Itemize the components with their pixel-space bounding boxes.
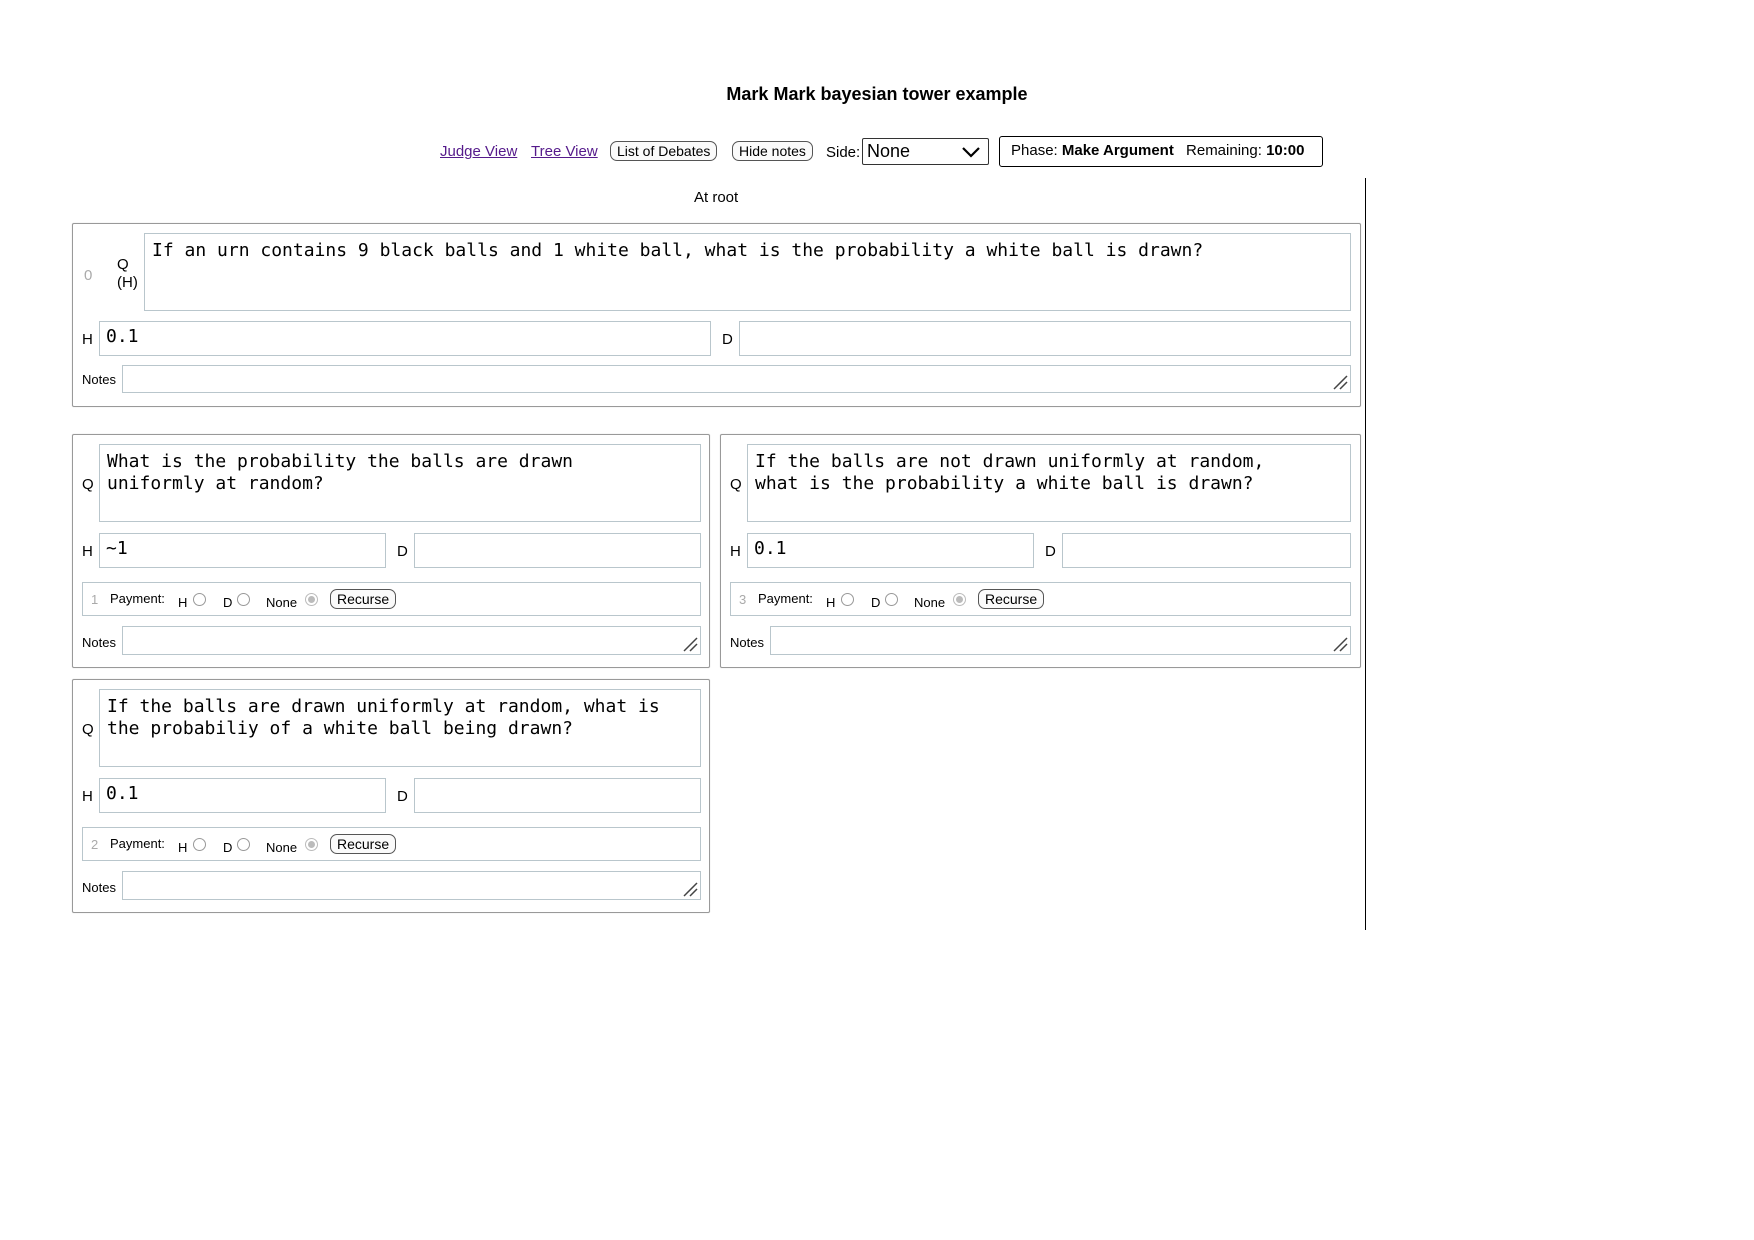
resize-handle-icon[interactable] [1332, 374, 1348, 390]
node-index: 3 [739, 592, 747, 607]
phase-status: Phase: Make Argument Remaining: 10:00 [999, 136, 1323, 167]
list-of-debates-button[interactable]: List of Debates [610, 141, 718, 161]
notes-label: Notes [82, 880, 116, 895]
recurse-button[interactable]: Recurse [330, 589, 397, 609]
h-label: H [82, 331, 93, 348]
judge-view-link[interactable]: Judge View [440, 143, 517, 160]
payment-label: Payment: [110, 836, 165, 851]
root-node-panel: 0 Q (H) If an urn contains 9 black balls… [72, 223, 1361, 407]
d-label: D [397, 543, 408, 560]
question-label: Q [730, 476, 742, 493]
d-label: D [397, 788, 408, 805]
h-label: H [82, 788, 93, 805]
payment-row: 2 Payment: H D None Recurse [82, 827, 701, 861]
side-select-value: None [867, 141, 911, 161]
d-answer-field[interactable] [414, 778, 701, 813]
node-index: 1 [91, 592, 99, 607]
chevron-down-icon [962, 147, 980, 158]
notes-field[interactable] [122, 626, 701, 655]
h-answer-field[interactable]: 0.1 [747, 533, 1034, 568]
node-index: 2 [91, 837, 99, 852]
payment-option-h-label: H [178, 840, 188, 855]
remaining-value: 10:00 [1266, 142, 1305, 159]
d-answer-field[interactable] [414, 533, 701, 568]
question-field[interactable]: What is the probability the balls are dr… [99, 444, 701, 522]
d-label: D [1045, 543, 1056, 560]
resize-handle-icon[interactable] [682, 636, 698, 652]
h-label: H [730, 543, 741, 560]
payment-radio-h[interactable] [193, 838, 206, 851]
question-field[interactable]: If the balls are drawn uniformly at rand… [99, 689, 701, 767]
d-answer-field[interactable] [739, 321, 1351, 356]
question-label: Q [82, 721, 94, 738]
resize-handle-icon[interactable] [682, 881, 698, 897]
notes-field[interactable] [122, 871, 701, 900]
remaining-label: Remaining: [1186, 142, 1262, 159]
divider-line [1365, 178, 1366, 930]
payment-radio-d[interactable] [237, 838, 250, 851]
h-answer-field[interactable]: 0.1 [99, 321, 711, 356]
tree-view-link[interactable]: Tree View [531, 143, 598, 160]
payment-option-h-label: H [826, 595, 836, 610]
hide-notes-button[interactable]: Hide notes [732, 141, 813, 161]
question-field[interactable]: If an urn contains 9 black balls and 1 w… [144, 233, 1351, 311]
payment-radio-h[interactable] [193, 593, 206, 606]
payment-option-none-label: None [914, 595, 946, 610]
payment-option-h-label: H [178, 595, 188, 610]
phase-label: Phase: [1011, 142, 1058, 159]
location-text: At root [694, 189, 739, 206]
question-label: Q [117, 256, 129, 273]
child-node-panel: Q If the balls are drawn uniformly at ra… [72, 679, 710, 913]
payment-label: Payment: [110, 591, 165, 606]
d-label: D [722, 331, 733, 348]
h-answer-field[interactable]: 0.1 [99, 778, 386, 813]
payment-label: Payment: [758, 591, 813, 606]
payment-option-d-label: D [223, 840, 233, 855]
notes-label: Notes [730, 635, 764, 650]
resize-handle-icon[interactable] [1332, 636, 1348, 652]
payment-row: 3 Payment: H D None Recurse [730, 582, 1351, 616]
side-select[interactable]: None [862, 138, 989, 165]
recurse-button[interactable]: Recurse [330, 834, 397, 854]
notes-label: Notes [82, 372, 116, 387]
payment-option-none-label: None [266, 840, 298, 855]
question-label: Q [82, 476, 94, 493]
question-field[interactable]: If the balls are not drawn uniformly at … [747, 444, 1351, 522]
h-answer-field[interactable]: ~1 [99, 533, 386, 568]
page-title: Mark Mark bayesian tower example [726, 84, 1028, 104]
h-label: H [82, 543, 93, 560]
phase-value: Make Argument [1061, 142, 1174, 159]
recurse-button[interactable]: Recurse [978, 589, 1045, 609]
child-node-panel: Q If the balls are not drawn uniformly a… [720, 434, 1361, 668]
payment-option-d-label: D [871, 595, 881, 610]
question-sublabel: (H) [117, 274, 138, 291]
payment-option-none-label: None [266, 595, 298, 610]
payment-option-d-label: D [223, 595, 233, 610]
notes-label: Notes [82, 635, 116, 650]
payment-radio-h[interactable] [841, 593, 854, 606]
notes-field[interactable] [770, 626, 1351, 655]
payment-radio-none[interactable] [305, 593, 318, 606]
child-node-panel: Q What is the probability the balls are … [72, 434, 710, 668]
node-index: 0 [84, 267, 93, 284]
payment-radio-none[interactable] [305, 838, 318, 851]
side-label: Side: [826, 144, 861, 161]
d-answer-field[interactable] [1062, 533, 1351, 568]
payment-radio-d[interactable] [885, 593, 898, 606]
notes-field[interactable] [122, 365, 1351, 393]
payment-row: 1 Payment: H D None Recurse [82, 582, 701, 616]
payment-radio-none[interactable] [953, 593, 966, 606]
payment-radio-d[interactable] [237, 593, 250, 606]
